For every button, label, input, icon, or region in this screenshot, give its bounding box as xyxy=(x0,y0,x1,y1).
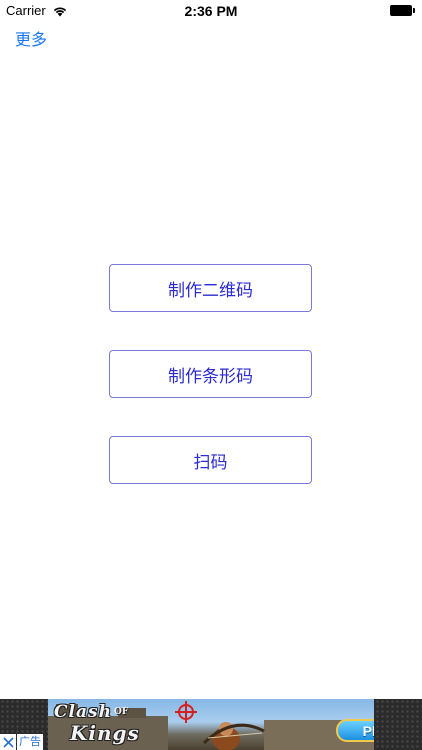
archer-illustration xyxy=(202,722,265,750)
close-icon[interactable] xyxy=(0,734,16,750)
make-qr-code-button[interactable]: 制作二维码 xyxy=(109,264,312,312)
battery-icon xyxy=(390,5,416,16)
ad-label: 广告 xyxy=(17,734,43,750)
status-time: 2:36 PM xyxy=(184,3,238,19)
ad-banner[interactable]: Clash OF Kings Play 广告 xyxy=(0,699,422,750)
ad-play-button[interactable]: Play xyxy=(336,719,374,742)
scan-code-button[interactable]: 扫码 xyxy=(109,436,312,484)
ad-logo-of: OF xyxy=(114,707,129,717)
crosshair-icon xyxy=(175,701,197,723)
close-x-glyph xyxy=(2,736,14,748)
ad-logo-clash: Clash xyxy=(54,702,112,722)
battery-tip xyxy=(413,8,415,13)
battery-body xyxy=(390,5,412,16)
more-button[interactable]: 更多 xyxy=(15,26,47,50)
ad-logo-kings: Kings xyxy=(70,721,140,745)
make-barcode-button[interactable]: 制作条形码 xyxy=(109,350,312,398)
status-bar: Carrier 2:36 PM xyxy=(0,0,422,22)
ad-image[interactable]: Clash OF Kings Play xyxy=(48,699,374,750)
